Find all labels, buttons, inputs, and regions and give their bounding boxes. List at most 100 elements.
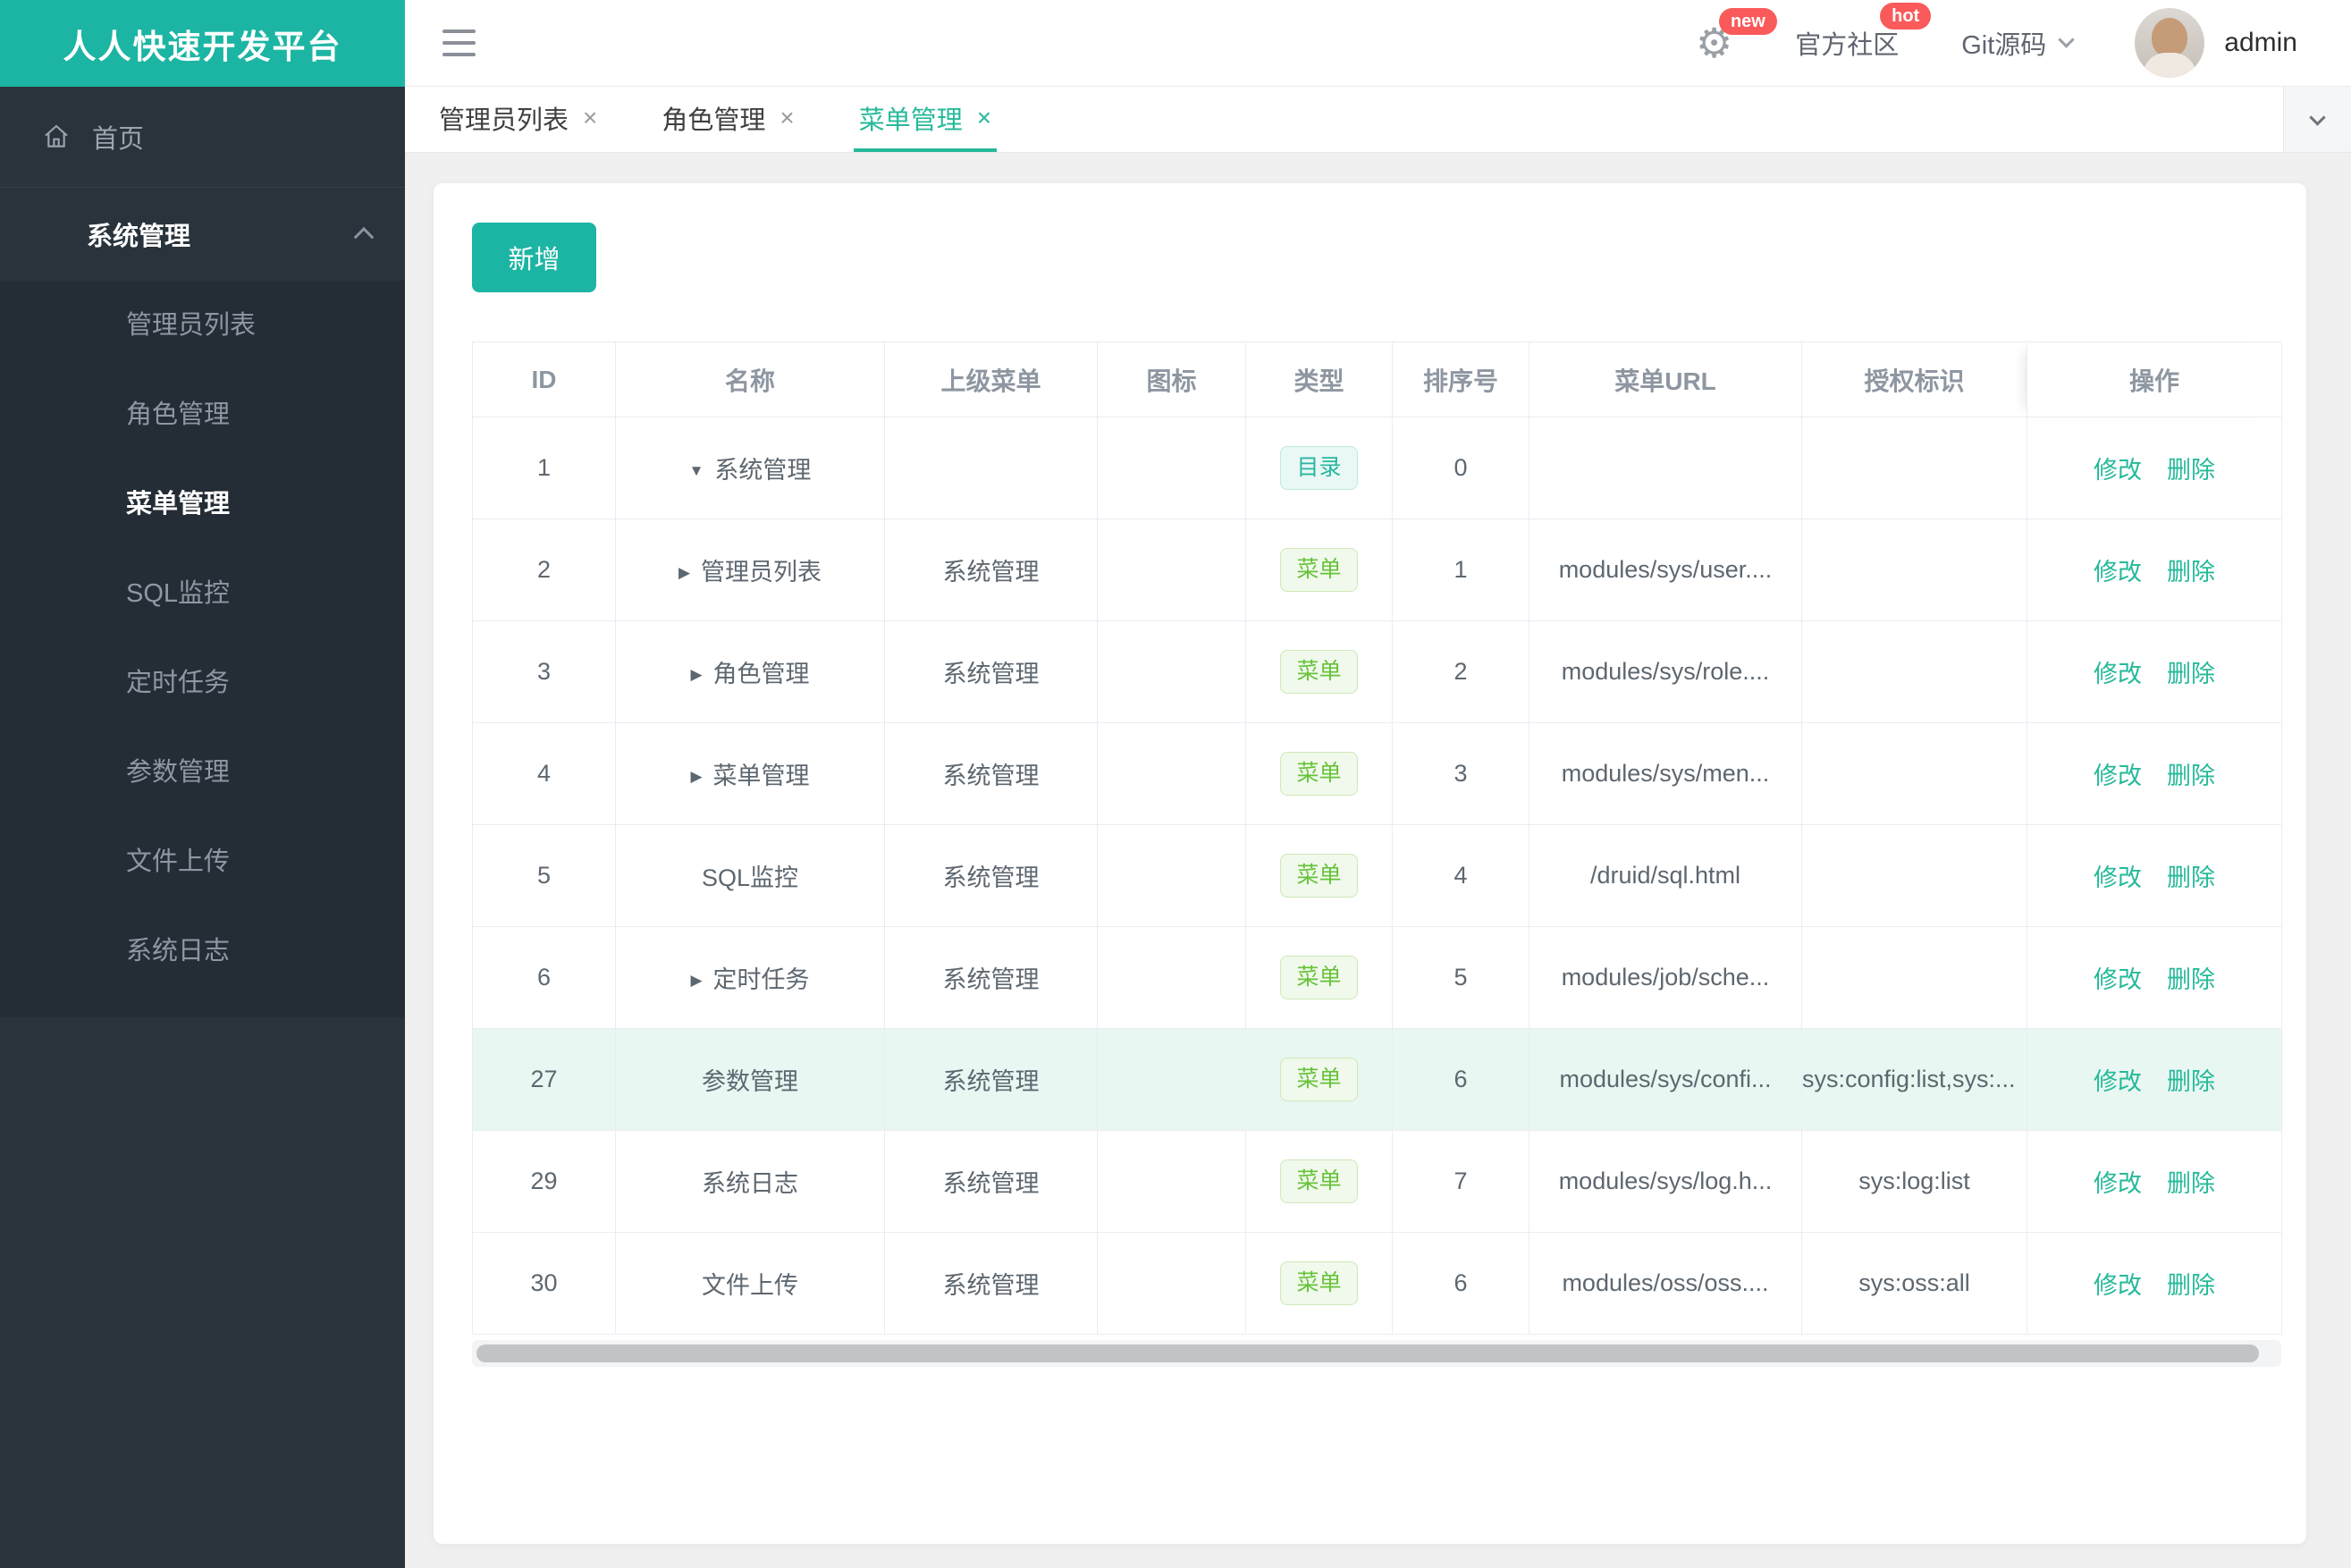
type-badge: 菜单: [1280, 1261, 1358, 1305]
chevron-down-icon: [2309, 109, 2326, 126]
tab-role-management[interactable]: 角色管理 ×: [656, 87, 799, 152]
edit-link[interactable]: 修改: [2094, 1272, 2142, 1299]
horizontal-scrollbar-track[interactable]: [472, 1340, 2281, 1367]
cell-icon: [1097, 824, 1246, 927]
cell-id: 1: [472, 417, 616, 519]
cell-actions: 修改 删除: [2027, 417, 2282, 519]
user-menu[interactable]: admin: [2135, 8, 2297, 78]
cell-actions: 修改 删除: [2027, 926, 2282, 1029]
edit-link[interactable]: 修改: [2094, 966, 2142, 993]
cell-url: modules/sys/men...: [1529, 722, 1802, 825]
sidebar-item-parameter-management[interactable]: 参数管理: [0, 728, 405, 817]
delete-link[interactable]: 删除: [2167, 1272, 2215, 1299]
type-badge: 菜单: [1280, 752, 1358, 796]
cell-perm: [1801, 824, 2027, 927]
cell-id: 4: [472, 722, 616, 825]
sidebar-item-sql-monitor[interactable]: SQL监控: [0, 549, 405, 638]
col-sort-order: 排序号: [1392, 341, 1529, 417]
cell-actions: 修改 删除: [2027, 620, 2282, 723]
delete-link[interactable]: 删除: [2167, 559, 2215, 586]
tab-menu-management[interactable]: 菜单管理 ×: [853, 87, 998, 152]
add-button[interactable]: 新增: [472, 223, 596, 292]
delete-link[interactable]: 删除: [2167, 457, 2215, 484]
table-row: 29 系统日志 系统管理 菜单 7 modules/sys/log.h... s…: [472, 1130, 2282, 1233]
cell-order: 5: [1392, 926, 1529, 1029]
cell-url: modules/sys/confi...: [1529, 1028, 1802, 1131]
delete-link[interactable]: 删除: [2167, 1170, 2215, 1197]
cell-icon: [1097, 518, 1246, 621]
delete-link[interactable]: 删除: [2167, 763, 2215, 789]
cell-name: ▶ 管理员列表: [615, 518, 885, 621]
git-source-dropdown[interactable]: Git源码: [1961, 24, 2075, 62]
cell-parent: 系统管理: [884, 722, 1098, 825]
edit-link[interactable]: 修改: [2094, 661, 2142, 687]
sidebar-item-scheduled-tasks[interactable]: 定时任务: [0, 638, 405, 728]
horizontal-scrollbar-thumb[interactable]: [476, 1345, 2259, 1362]
cell-parent: 系统管理: [884, 1130, 1098, 1233]
table-row: 5 SQL监控 系统管理 菜单 4 /druid/sql.html 修改 删除: [472, 824, 2282, 927]
sidebar: 人人快速开发平台 首页 系统管理 管理员列表 角色管理 菜单管理 SQL监控 定…: [0, 0, 405, 1568]
edit-link[interactable]: 修改: [2094, 559, 2142, 586]
top-bar: ⚙ new 官方社区 hot Git源码 admin: [405, 0, 2351, 87]
content-area: 新增 ID 名称 上级菜单 图标 类型 排序号 菜单URL 授权标识 操作 1 …: [405, 153, 2351, 1568]
delete-link[interactable]: 删除: [2167, 661, 2215, 687]
cell-icon: [1097, 1130, 1246, 1233]
cell-icon: [1097, 417, 1246, 519]
cell-parent: 系统管理: [884, 620, 1098, 723]
close-icon[interactable]: ×: [779, 105, 794, 131]
community-link[interactable]: 官方社区 hot: [1795, 3, 1932, 62]
type-badge: 菜单: [1280, 1058, 1358, 1101]
tabs-dropdown-button[interactable]: [2283, 87, 2351, 152]
cell-actions: 修改 删除: [2027, 1130, 2282, 1233]
cell-order: 3: [1392, 722, 1529, 825]
cell-id: 2: [472, 518, 616, 621]
cell-perm: sys:log:list: [1801, 1130, 2027, 1233]
cell-order: 6: [1392, 1232, 1529, 1335]
col-name: 名称: [615, 341, 885, 417]
sidebar-item-admin-list[interactable]: 管理员列表: [0, 281, 405, 370]
chevron-up-icon: [353, 226, 375, 248]
type-badge: 菜单: [1280, 650, 1358, 694]
cell-perm: [1801, 722, 2027, 825]
expand-caret-icon[interactable]: ▶: [690, 972, 702, 990]
menu-toggle-button[interactable]: [442, 30, 476, 56]
edit-link[interactable]: 修改: [2094, 1068, 2142, 1095]
delete-link[interactable]: 删除: [2167, 966, 2215, 993]
home-icon: [42, 122, 71, 151]
table-row-highlighted: 27 参数管理 系统管理 菜单 6 modules/sys/confi... s…: [472, 1028, 2282, 1131]
expand-caret-icon[interactable]: ▶: [690, 666, 702, 684]
sidebar-item-system-log[interactable]: 系统日志: [0, 906, 405, 996]
close-icon[interactable]: ×: [977, 105, 991, 131]
sidebar-item-role-management[interactable]: 角色管理: [0, 370, 405, 459]
cell-type: 菜单: [1245, 518, 1393, 621]
cell-order: 7: [1392, 1130, 1529, 1233]
settings-button[interactable]: ⚙ new: [1696, 8, 1777, 63]
tab-label: 角色管理: [661, 105, 766, 135]
delete-link[interactable]: 删除: [2167, 1068, 2215, 1095]
cell-parent: 系统管理: [884, 1232, 1098, 1335]
cell-parent: 系统管理: [884, 518, 1098, 621]
cell-url: modules/sys/user....: [1529, 518, 1802, 621]
cell-type: 菜单: [1245, 824, 1393, 927]
delete-link[interactable]: 删除: [2167, 864, 2215, 891]
edit-link[interactable]: 修改: [2094, 1170, 2142, 1197]
close-icon[interactable]: ×: [583, 105, 597, 131]
cell-url: modules/oss/oss....: [1529, 1232, 1802, 1335]
table-row: 6 ▶ 定时任务 系统管理 菜单 5 modules/job/sche... 修改…: [472, 926, 2282, 1029]
collapse-caret-icon[interactable]: ▼: [689, 462, 704, 480]
expand-caret-icon[interactable]: ▶: [690, 768, 702, 786]
cell-actions: 修改 删除: [2027, 1028, 2282, 1131]
edit-link[interactable]: 修改: [2094, 864, 2142, 891]
sidebar-item-home[interactable]: 首页: [0, 87, 405, 188]
sidebar-item-file-upload[interactable]: 文件上传: [0, 817, 405, 906]
sidebar-group-system-management[interactable]: 系统管理: [0, 188, 405, 281]
hot-badge: hot: [1880, 3, 1932, 30]
sidebar-item-menu-management[interactable]: 菜单管理: [0, 459, 405, 549]
cell-order: 0: [1392, 417, 1529, 519]
edit-link[interactable]: 修改: [2094, 763, 2142, 789]
edit-link[interactable]: 修改: [2094, 457, 2142, 484]
tab-admin-list[interactable]: 管理员列表 ×: [434, 87, 602, 152]
type-badge: 菜单: [1280, 1159, 1358, 1203]
cell-name: 参数管理: [615, 1028, 885, 1131]
expand-caret-icon[interactable]: ▶: [678, 564, 690, 582]
